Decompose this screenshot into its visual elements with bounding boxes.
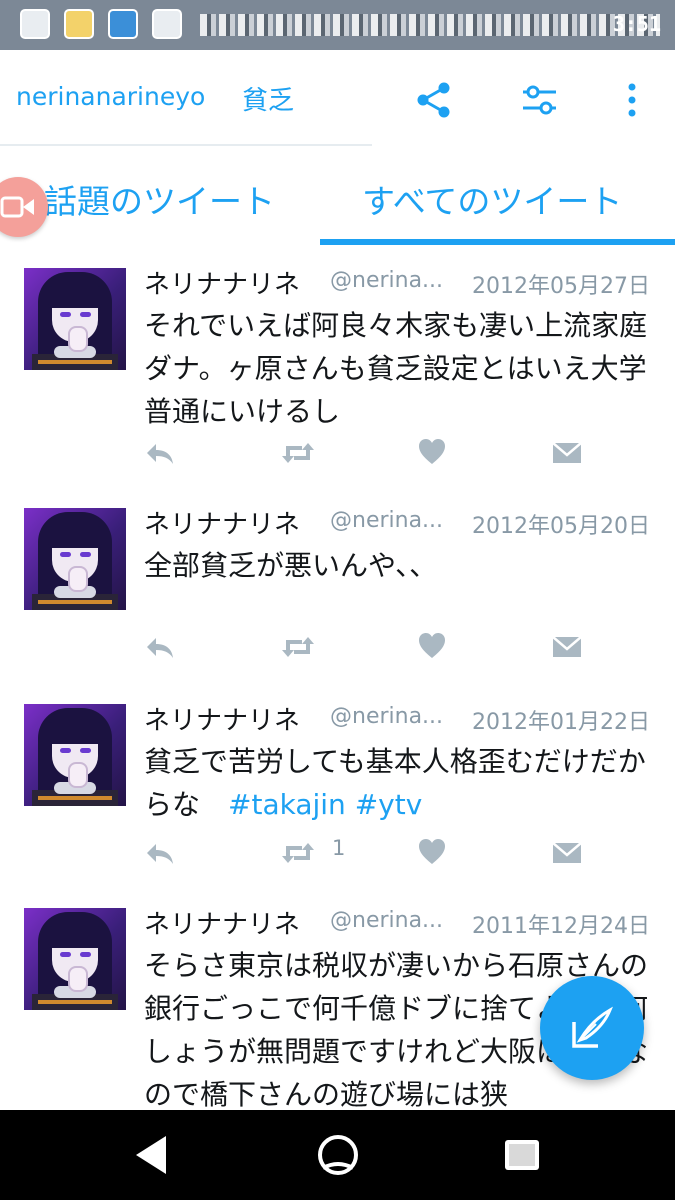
reply-icon[interactable] xyxy=(144,630,176,664)
tweet[interactable]: ネリナナリネ @nerina... 2012年01月22日 貧乏で苦労しても基本… xyxy=(0,682,675,887)
home-icon[interactable] xyxy=(313,1130,363,1180)
more-options-button[interactable] xyxy=(612,80,652,120)
search-query[interactable]: 貧乏 xyxy=(242,80,294,117)
tweet-date: 2012年01月22日 xyxy=(472,710,650,735)
active-tab-indicator xyxy=(320,239,675,245)
tweet-date: 2012年05月27日 xyxy=(472,274,650,299)
retweet-count: 1 xyxy=(332,836,346,860)
tweet-actions xyxy=(0,630,675,664)
weather-icon xyxy=(64,9,94,39)
tweet-date: 2011年12月24日 xyxy=(472,914,650,939)
clock: 3:51 xyxy=(612,12,661,36)
heart-icon[interactable] xyxy=(418,836,446,870)
tab-top-tweets[interactable]: 話題のツイート xyxy=(44,175,275,223)
user-handle: @nerina... xyxy=(330,268,444,293)
tweet[interactable]: ネリナナリネ @nerina... 2012年05月20日 全部貧乏が悪いんや、… xyxy=(0,486,675,683)
tweet-header: ネリナナリネ @nerina... 2012年05月27日 xyxy=(144,264,654,300)
status-icons xyxy=(200,14,660,36)
display-name[interactable]: ネリナナリネ xyxy=(144,904,300,941)
avatar[interactable] xyxy=(24,508,126,610)
tweet-header: ネリナナリネ @nerina... 2011年12月24日 xyxy=(144,904,654,940)
tweet-header: ネリナナリネ @nerina... 2012年01月22日 xyxy=(144,700,654,736)
hashtag-link[interactable]: #takajin #ytv xyxy=(228,788,422,821)
tweet-text: それでいえば阿良々木家も凄い上流家庭ダナ。ヶ原さんも貧乏設定とはいえ大学普通にい… xyxy=(144,304,659,433)
direct-message-icon[interactable] xyxy=(552,630,582,664)
back-icon[interactable] xyxy=(130,1130,180,1180)
tweet-body: それでいえば阿良々木家も凄い上流家庭ダナ。ヶ原さんも貧乏設定とはいえ大学普通にい… xyxy=(144,309,648,428)
user-handle: @nerina... xyxy=(330,908,444,933)
tweet-body: 全部貧乏が悪いんや、、 xyxy=(144,549,438,582)
tweet-date: 2012年05月20日 xyxy=(472,514,650,539)
status-bar: 3:51 xyxy=(0,0,675,50)
app-notification-icon xyxy=(108,9,138,39)
tweet-actions: 1 xyxy=(0,836,675,870)
app-header: nerinanarineyo 貧乏 xyxy=(0,50,675,150)
tweet-text: 全部貧乏が悪いんや、、 xyxy=(144,544,659,587)
video-camera-icon xyxy=(0,196,34,218)
notification-icon xyxy=(20,9,50,39)
tab-bar: 話題のツイート すべてのツイート xyxy=(0,150,675,247)
compose-tweet-button[interactable] xyxy=(540,976,644,1080)
display-name[interactable]: ネリナナリネ xyxy=(144,700,300,737)
more-vertical-icon xyxy=(628,83,636,117)
compose-icon xyxy=(572,1006,613,1048)
avatar[interactable] xyxy=(24,908,126,1010)
display-name[interactable]: ネリナナリネ xyxy=(144,264,300,301)
tweet[interactable]: ネリナナリネ @nerina... 2012年05月27日 それでいえば阿良々木… xyxy=(0,246,675,487)
share-icon xyxy=(417,82,450,118)
tweet-header: ネリナナリネ @nerina... 2012年05月20日 xyxy=(144,504,654,540)
direct-message-icon[interactable] xyxy=(552,436,582,470)
share-button[interactable] xyxy=(414,80,454,120)
reply-icon[interactable] xyxy=(144,836,176,870)
retweet-icon[interactable] xyxy=(280,436,316,470)
reply-icon[interactable] xyxy=(144,436,176,470)
tab-all-tweets[interactable]: すべてのツイート xyxy=(362,175,622,223)
user-handle: @nerina... xyxy=(330,704,444,729)
retweet-icon[interactable] xyxy=(280,630,316,664)
sliders-icon xyxy=(523,85,556,115)
avatar[interactable] xyxy=(24,704,126,806)
recent-apps-icon[interactable] xyxy=(497,1130,547,1180)
heart-icon[interactable] xyxy=(418,436,446,470)
display-name[interactable]: ネリナナリネ xyxy=(144,504,300,541)
retweet-icon[interactable] xyxy=(280,836,316,870)
tweet-text: 貧乏で苦労しても基本人格歪むだけだからな #takajin #ytv xyxy=(144,740,659,826)
avatar[interactable] xyxy=(24,268,126,370)
calendar-icon xyxy=(152,9,182,39)
search-underline xyxy=(0,144,372,146)
filter-button[interactable] xyxy=(520,80,560,120)
tweet-actions xyxy=(0,436,675,470)
search-username[interactable]: nerinanarineyo xyxy=(16,82,205,111)
heart-icon[interactable] xyxy=(418,630,446,664)
direct-message-icon[interactable] xyxy=(552,836,582,870)
system-navigation-bar xyxy=(0,1110,675,1200)
user-handle: @nerina... xyxy=(330,508,444,533)
